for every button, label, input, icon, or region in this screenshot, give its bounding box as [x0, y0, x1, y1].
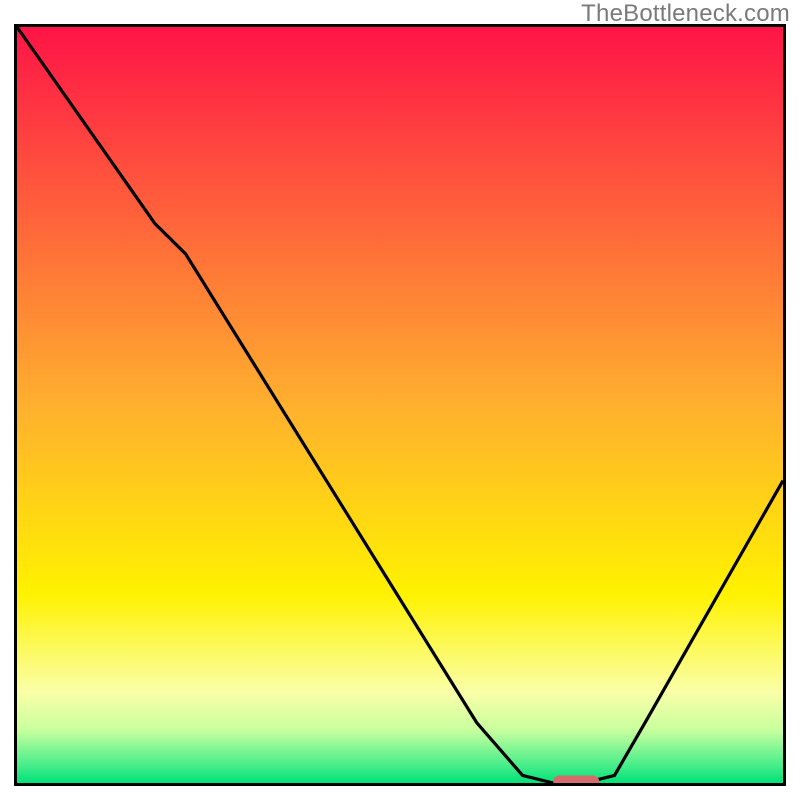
background-gradient	[17, 27, 783, 783]
chart-frame: TheBottleneck.com	[0, 0, 800, 800]
optimal-range-marker	[553, 775, 599, 783]
chart-svg	[17, 27, 783, 783]
plot-area	[14, 24, 786, 786]
